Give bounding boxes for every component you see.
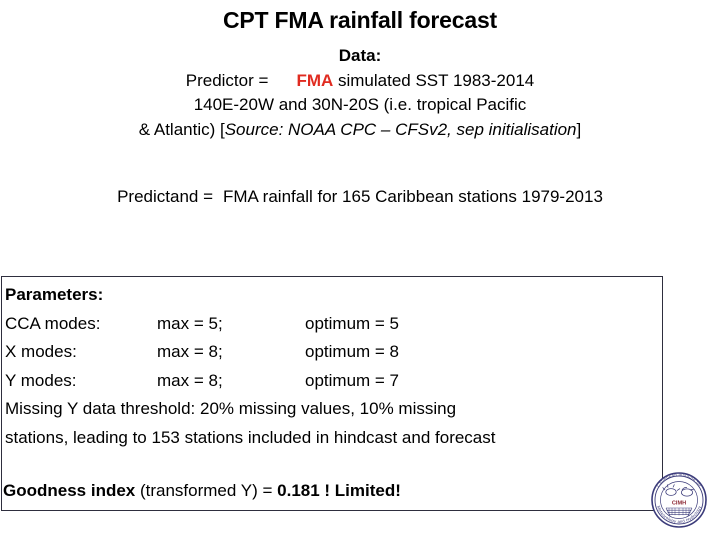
parameter-max: max = 5; (157, 313, 223, 333)
domain-line: 140E-20W and 30N-20S (i.e. tropical Paci… (0, 93, 720, 118)
source-suffix: ] (576, 119, 582, 139)
parameters-box: Parameters: CCA modes: max = 5; optimum = … (1, 276, 663, 511)
slide-canvas: CPT FMA rainfall forecast Data: Predicto… (0, 0, 720, 540)
parameter-label: Y modes: (5, 370, 77, 390)
goodness-index-line: Goodness index (transformed Y) = 0.181 !… (3, 479, 401, 503)
source-prefix: & Atlantic) [ (138, 119, 225, 139)
predictor-label: Predictor = (185, 70, 269, 90)
seal-acronym: CIMH (672, 501, 686, 507)
parameter-row-cca: CCA modes: max = 5; optimum = 5 (5, 310, 660, 339)
source-citation: Source: NOAA CPC – CFSv2, sep initialisa… (224, 119, 577, 139)
parameters-title: Parameters: (5, 285, 104, 304)
parameter-label: X modes: (5, 342, 77, 362)
missing-data-line-2: stations, leading to 153 stations includ… (5, 427, 496, 447)
data-section: Data: Predictor = FMA simulated SST 1983-… (0, 44, 720, 142)
parameter-optimum: optimum = 8 (305, 342, 400, 362)
parameter-label: CCA modes: (5, 313, 101, 333)
predictand-label: Predictand = (117, 187, 214, 206)
parameter-row-x: X modes: max = 8; optimum = 8 (5, 338, 660, 367)
parameter-optimum: optimum = 5 (305, 313, 400, 333)
goodness-index-label: Goodness index (3, 481, 136, 500)
parameter-row-y: Y modes: max = 8; optimum = 7 (5, 367, 660, 396)
predictor-line: Predictor = FMA simulated SST 1983-2014 (0, 69, 720, 94)
missing-data-line-1: Missing Y data threshold: 20% missing va… (5, 399, 457, 419)
cimh-logo: Caribbean Institute for Meteorology and … (646, 466, 712, 534)
page-title: CPT FMA rainfall forecast (222, 7, 498, 33)
goodness-index-qualifier: (transformed Y) = (135, 481, 278, 500)
source-line: & Atlantic) [Source: NOAA CPC – CFSv2, s… (0, 118, 720, 143)
data-heading: Data: (338, 46, 382, 65)
parameter-max: max = 8; (157, 370, 223, 390)
parameters-content: Parameters: CCA modes: max = 5; optimum = … (5, 281, 660, 453)
predictor-rest: simulated SST 1983-2014 (333, 70, 535, 90)
parameter-max: max = 8; (157, 342, 223, 362)
domain-text: 140E-20W and 30N-20S (i.e. tropical Paci… (193, 95, 527, 114)
predictand-line: Predictand = FMA rainfall for 165 Caribbe… (0, 185, 720, 209)
data-heading-line: Data: (0, 44, 720, 69)
predictand-text: FMA rainfall for 165 Caribbean stations … (223, 187, 603, 206)
parameter-optimum: optimum = 7 (305, 370, 400, 390)
predictor-highlight-fma: FMA (296, 70, 334, 90)
goodness-index-value: 0.181 ! Limited! (277, 481, 401, 500)
